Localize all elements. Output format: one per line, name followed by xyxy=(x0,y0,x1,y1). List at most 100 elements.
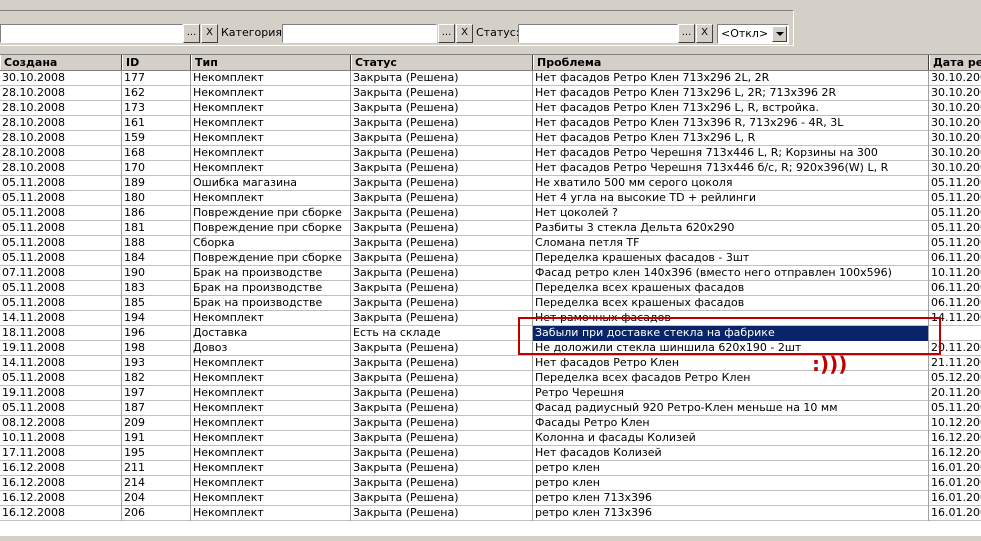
table-row[interactable]: 16.12.2008 211 Некомплект Закрыта (Решена) р… xyxy=(0,461,981,476)
cell-resolved-date[interactable]: 10.12.200 xyxy=(929,416,981,431)
table-row[interactable]: 10.11.2008 191 Некомплект Закрыта (Решена) К… xyxy=(0,431,981,446)
cell-status[interactable]: Закрыта (Решена) xyxy=(351,356,533,371)
cell-created[interactable]: 05.11.2008 xyxy=(0,176,122,191)
cell-type[interactable]: Некомплект xyxy=(191,146,351,161)
table-row[interactable]: 16.12.2008 214 Некомплект Закрыта (Решена) р… xyxy=(0,476,981,491)
cell-type[interactable]: Некомплект xyxy=(191,476,351,491)
table-row[interactable]: 30.10.2008 177 Некомплект Закрыта (Решена) Н… xyxy=(0,71,981,86)
cell-id[interactable]: 162 xyxy=(122,86,191,101)
cell-created[interactable]: 05.11.2008 xyxy=(0,401,122,416)
cell-resolved-date[interactable]: 05.11.200 xyxy=(929,221,981,236)
table-row[interactable]: 05.11.2008 183 Брак на производстве Закрыта… xyxy=(0,281,981,296)
cell-created[interactable]: 30.10.2008 xyxy=(0,71,122,86)
cell-type[interactable]: Некомплект xyxy=(191,71,351,86)
category-field[interactable] xyxy=(282,24,437,43)
cell-status[interactable]: Закрыта (Решена) xyxy=(351,206,533,221)
cell-problem[interactable]: Нет 4 угла на высокие TD + рейлинги xyxy=(533,191,929,206)
cell-problem[interactable]: ретро клен xyxy=(533,461,929,476)
table-row[interactable]: 28.10.2008 159 Некомплект Закрыта (Решена) Н… xyxy=(0,131,981,146)
cell-id[interactable]: 204 xyxy=(122,491,191,506)
cell-problem[interactable]: Не хватило 500 мм серого цоколя xyxy=(533,176,929,191)
cell-created[interactable]: 05.11.2008 xyxy=(0,296,122,311)
table-row[interactable]: 08.12.2008 209 Некомплект Закрыта (Решена) Ф… xyxy=(0,416,981,431)
cell-resolved-date[interactable]: 05.11.200 xyxy=(929,176,981,191)
cell-resolved-date[interactable]: 10.11.200 xyxy=(929,266,981,281)
cell-resolved-date[interactable]: 30.10.200 xyxy=(929,131,981,146)
cell-created[interactable]: 05.11.2008 xyxy=(0,371,122,386)
clear-button-1[interactable]: X xyxy=(201,24,218,43)
cell-resolved-date[interactable]: 06.11.200 xyxy=(929,251,981,266)
cell-type[interactable]: Некомплект xyxy=(191,131,351,146)
table-row[interactable]: 05.11.2008 185 Брак на производстве Закрыта… xyxy=(0,296,981,311)
cell-resolved-date[interactable]: 16.01.200 xyxy=(929,491,981,506)
cell-resolved-date[interactable]: 16.12.200 xyxy=(929,431,981,446)
cell-id[interactable]: 186 xyxy=(122,206,191,221)
cell-status[interactable]: Закрыта (Решена) xyxy=(351,476,533,491)
cell-type[interactable]: Некомплект xyxy=(191,491,351,506)
cell-id[interactable]: 189 xyxy=(122,176,191,191)
cell-problem[interactable]: Нет фасадов Ретро Клен 713x396 R, 713x29… xyxy=(533,116,929,131)
cell-problem[interactable]: Переделка всех крашеных фасадов xyxy=(533,296,929,311)
cell-created[interactable]: 16.12.2008 xyxy=(0,506,122,521)
cell-id[interactable]: 185 xyxy=(122,296,191,311)
cell-problem[interactable]: Разбиты 3 стекла Дельта 620x290 xyxy=(533,221,929,236)
cell-type[interactable]: Повреждение при сборке xyxy=(191,251,351,266)
cell-type[interactable]: Довоз xyxy=(191,341,351,356)
cell-resolved-date[interactable]: 16.01.200 xyxy=(929,506,981,521)
column-header-status[interactable]: Статус xyxy=(351,55,533,70)
table-row[interactable]: 05.11.2008 181 Повреждение при сборке Закры… xyxy=(0,221,981,236)
cell-problem[interactable]: Переделка крашеных фасадов - 3шт xyxy=(533,251,929,266)
cell-resolved-date[interactable]: 30.10.200 xyxy=(929,146,981,161)
cell-resolved-date[interactable]: 05.12.200 xyxy=(929,371,981,386)
cell-resolved-date[interactable]: 21.11.200 xyxy=(929,356,981,371)
cell-resolved-date[interactable]: 30.10.200 xyxy=(929,71,981,86)
table-row[interactable]: 16.12.2008 206 Некомплект Закрыта (Решена) р… xyxy=(0,506,981,521)
cell-problem[interactable]: Нет цоколей ? xyxy=(533,206,929,221)
cell-created[interactable]: 19.11.2008 xyxy=(0,341,122,356)
cell-status[interactable]: Закрыта (Решена) xyxy=(351,236,533,251)
cell-id[interactable]: 187 xyxy=(122,401,191,416)
cell-status[interactable]: Закрыта (Решена) xyxy=(351,176,533,191)
cell-problem[interactable]: Нет фасадов Ретро Черешня 713x446 б/с, R… xyxy=(533,161,929,176)
cell-status[interactable]: Закрыта (Решена) xyxy=(351,116,533,131)
cell-id[interactable]: 173 xyxy=(122,101,191,116)
cell-status[interactable]: Есть на складе xyxy=(351,326,533,341)
cell-problem[interactable]: Фасад радиусный 920 Ретро-Клен меньше на… xyxy=(533,401,929,416)
cell-created[interactable]: 05.11.2008 xyxy=(0,281,122,296)
cell-id[interactable]: 211 xyxy=(122,461,191,476)
cell-type[interactable]: Некомплект xyxy=(191,386,351,401)
table-row[interactable]: 19.11.2008 197 Некомплект Закрыта (Решена) Р… xyxy=(0,386,981,401)
cell-created[interactable]: 05.11.2008 xyxy=(0,236,122,251)
cell-created[interactable]: 14.11.2008 xyxy=(0,311,122,326)
cell-problem[interactable]: ретро клен xyxy=(533,476,929,491)
cell-status[interactable]: Закрыта (Решена) xyxy=(351,461,533,476)
cell-type[interactable]: Некомплект xyxy=(191,446,351,461)
table-row[interactable]: 05.11.2008 189 Ошибка магазина Закрыта (Реш… xyxy=(0,176,981,191)
cell-created[interactable]: 14.11.2008 xyxy=(0,356,122,371)
cell-id[interactable]: 184 xyxy=(122,251,191,266)
cell-created[interactable]: 16.12.2008 xyxy=(0,491,122,506)
cell-type[interactable]: Повреждение при сборке xyxy=(191,221,351,236)
cell-resolved-date[interactable]: 30.10.200 xyxy=(929,116,981,131)
cell-type[interactable]: Некомплект xyxy=(191,431,351,446)
cell-created[interactable]: 05.11.2008 xyxy=(0,221,122,236)
table-row[interactable]: 05.11.2008 188 Сборка Закрыта (Решена) Слома… xyxy=(0,236,981,251)
cell-problem[interactable]: Нет фасадов Ретро Клен 713x296 L, R xyxy=(533,131,929,146)
cell-type[interactable]: Некомплект xyxy=(191,371,351,386)
cell-problem[interactable]: Сломана петля TF xyxy=(533,236,929,251)
cell-created[interactable]: 05.11.2008 xyxy=(0,206,122,221)
cell-resolved-date[interactable]: 06.11.200 xyxy=(929,281,981,296)
cell-resolved-date[interactable]: 30.10.200 xyxy=(929,101,981,116)
cell-status[interactable]: Закрыта (Решена) xyxy=(351,446,533,461)
cell-type[interactable]: Ошибка магазина xyxy=(191,176,351,191)
status-field[interactable] xyxy=(518,24,678,43)
cell-created[interactable]: 16.12.2008 xyxy=(0,461,122,476)
cell-id[interactable]: 191 xyxy=(122,431,191,446)
cell-problem[interactable]: Колонна и фасады Колизей xyxy=(533,431,929,446)
cell-resolved-date[interactable]: 16.12.200 xyxy=(929,446,981,461)
cell-type[interactable]: Некомплект xyxy=(191,356,351,371)
cell-status[interactable]: Закрыта (Решена) xyxy=(351,101,533,116)
cell-id[interactable]: 206 xyxy=(122,506,191,521)
table-row[interactable]: 05.11.2008 187 Некомплект Закрыта (Решена) Ф… xyxy=(0,401,981,416)
cell-id[interactable]: 194 xyxy=(122,311,191,326)
